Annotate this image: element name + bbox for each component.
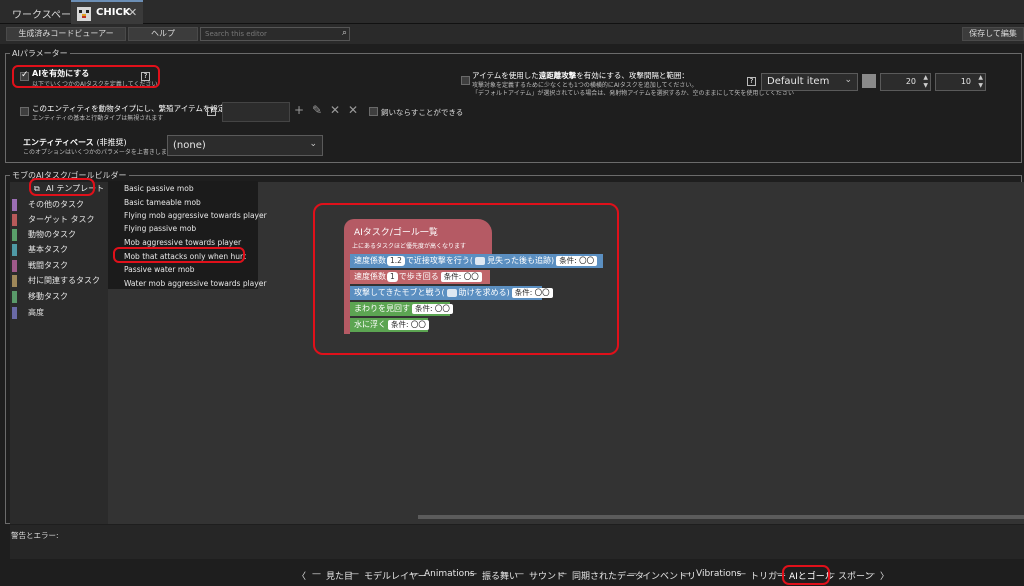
template-item[interactable]: Flying passive mob <box>124 224 196 233</box>
chevron-down-icon: ⌄ <box>844 75 852 85</box>
errors-label: 警告とエラー: <box>11 531 59 540</box>
spinner-icon[interactable]: ▲ ▼ <box>923 74 928 90</box>
search-placeholder: Search this editor <box>205 30 267 38</box>
entity-base-sublabel: このオプションはいくつかのパラメータを上書きします！ <box>23 149 179 156</box>
entity-base-value: (none) <box>173 140 206 151</box>
ranged-attack-sub2: 「デフォルトアイテム」が選択されている場合は、発射物アイテムを選択するか、空のま… <box>472 90 794 97</box>
category-movement[interactable]: 移動タスク <box>10 290 68 304</box>
entity-base-select[interactable]: (none) ⌄ <box>167 135 323 156</box>
highlight-enable-ai <box>12 65 160 88</box>
ranged-item-swatch[interactable] <box>862 74 876 88</box>
template-flyout: Basic passive mob Basic tameable mob Fly… <box>108 181 267 289</box>
nav-prev-icon[interactable]: 〈 <box>297 569 306 582</box>
block-palette: ⧉ AI テンプレート その他のタスク ターゲット タスク 動物のタスク 基本タ… <box>10 182 108 524</box>
highlight-ai-template <box>29 178 95 196</box>
breed-sublabel: エンティティの基本と行動タイプは無視されます <box>32 115 164 122</box>
template-item[interactable]: Water mob aggressive towards player <box>124 279 266 288</box>
template-item[interactable]: Passive water mob <box>124 265 195 274</box>
generated-code-button[interactable]: 生成済みコードビューアー <box>6 27 126 41</box>
highlight-template-choice <box>113 247 245 263</box>
bottom-navigation: 〈 — 見た目 — モデルレイヤー — Animations — 振る舞い — … <box>0 564 1024 586</box>
spinner-icon[interactable]: ▲ ▼ <box>978 74 983 90</box>
category-target[interactable]: ターゲット タスク <box>10 213 95 227</box>
breed-checkbox[interactable] <box>20 107 29 116</box>
category-animal[interactable]: 動物のタスク <box>10 228 76 242</box>
tab-label: CHICK <box>96 7 131 18</box>
nav-item-appearance[interactable]: 見た目 <box>326 569 353 582</box>
ranged-range-input[interactable]: 10 ▲ ▼ <box>935 73 986 91</box>
nav-item-animations[interactable]: Animations <box>424 569 475 579</box>
category-basic[interactable]: 基本タスク <box>10 243 68 257</box>
search-input[interactable]: Search this editor ⌕ <box>200 27 350 41</box>
add-icon[interactable]: + <box>294 103 304 117</box>
save-button[interactable]: 保存して編集 <box>962 27 1024 41</box>
tab-bar: ワークスペース CHICK ✕ <box>0 0 1024 24</box>
breed-item-list[interactable] <box>222 102 290 122</box>
nav-item-behaviour[interactable]: 振る舞い <box>482 569 518 582</box>
clear-icon[interactable]: ✕ <box>348 103 358 117</box>
search-icon: ⌕ <box>341 28 347 38</box>
category-misc[interactable]: その他のタスク <box>10 198 84 212</box>
remove-icon[interactable]: ✕ <box>330 103 340 117</box>
template-item[interactable]: Flying mob aggressive towards player <box>124 211 267 220</box>
errors-panel: 警告とエラー: <box>10 525 1024 559</box>
ai-parameters-legend: AIパラメーター <box>10 48 70 59</box>
nav-item-vibrations[interactable]: Vibrations <box>696 569 741 579</box>
tab-chick[interactable]: CHICK ✕ <box>71 0 143 24</box>
nav-next-icon[interactable]: 〉 <box>880 569 889 582</box>
tameable-checkbox[interactable] <box>369 107 378 116</box>
ranged-item-value: Default item <box>767 76 830 87</box>
template-item[interactable]: Mob aggressive towards player <box>124 238 241 247</box>
category-advanced[interactable]: 高度 <box>10 306 44 320</box>
close-icon[interactable]: ✕ <box>128 6 137 19</box>
ranged-attack-checkbox[interactable] <box>461 76 470 85</box>
highlight-ai-goals-nav <box>782 565 830 585</box>
category-combat[interactable]: 戦闘タスク <box>10 259 68 273</box>
category-village[interactable]: 村に関連するタスク <box>10 274 100 288</box>
help-button[interactable]: ヘルプ <box>128 27 198 41</box>
template-item[interactable]: Basic passive mob <box>124 184 194 193</box>
ranged-item-select[interactable]: Default item ⌄ <box>761 73 858 91</box>
toolbar: 生成済みコードビューアー ヘルプ Search this editor ⌕ 保存… <box>0 24 1024 44</box>
ranged-interval-input[interactable]: 20 ▲ ▼ <box>880 73 931 91</box>
chevron-down-icon: ⌄ <box>309 139 317 149</box>
workspace-scrollbar[interactable] <box>418 515 1024 519</box>
highlight-block-stack <box>313 203 619 355</box>
tameable-label: 飼いならすことができる <box>381 108 464 117</box>
help-icon[interactable]: ? <box>207 107 216 116</box>
edit-icon[interactable]: ✎ <box>312 103 322 117</box>
template-item[interactable]: Basic tameable mob <box>124 198 201 207</box>
help-icon[interactable]: ? <box>747 77 756 86</box>
chick-icon <box>77 7 91 21</box>
